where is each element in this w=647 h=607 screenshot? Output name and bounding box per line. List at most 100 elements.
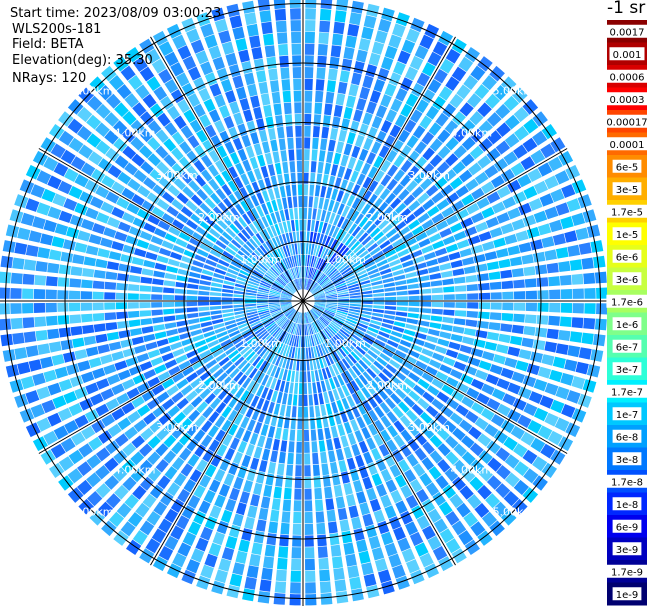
ray-gate	[371, 41, 385, 55]
ray-gate	[88, 234, 102, 245]
ray-gate	[237, 148, 248, 162]
ray-gate	[143, 369, 157, 380]
ray-gate	[440, 270, 453, 278]
ray-gate	[509, 335, 523, 346]
ray-gate	[287, 137, 294, 150]
ray-gate	[229, 487, 240, 501]
ray-gate	[139, 285, 152, 292]
ray-gate	[258, 129, 268, 142]
ray-gate	[361, 26, 374, 40]
ray-gate	[383, 314, 395, 320]
ray-gate	[363, 15, 377, 29]
ray-gate	[105, 322, 118, 331]
ray-gate	[219, 130, 231, 144]
ray-gate	[590, 240, 604, 253]
ray-gate	[278, 44, 289, 56]
ray-gate	[222, 288, 234, 294]
ray-gate	[0, 271, 12, 284]
ray-gate	[250, 494, 260, 507]
ray-gate	[484, 341, 498, 351]
ray-gate	[245, 443, 255, 457]
ray-gate	[377, 520, 390, 535]
ray-gate	[291, 43, 302, 55]
ray-gate	[304, 78, 313, 91]
ray-gate	[241, 134, 251, 148]
ray-gate	[10, 272, 23, 285]
ray-gate	[304, 488, 312, 500]
ray-gate	[291, 406, 297, 418]
elevation-label: Elevation(deg): 35.30	[12, 53, 153, 68]
ray-gate	[92, 302, 104, 311]
ray-gate	[263, 484, 273, 498]
ray-gate	[233, 304, 245, 308]
ray-gate	[260, 424, 269, 437]
ray-gate	[261, 567, 273, 581]
ray-gate	[225, 90, 237, 104]
ray-gate	[372, 288, 384, 294]
ray-gate	[57, 302, 69, 312]
ray-gate	[190, 329, 203, 337]
ray-gate	[285, 405, 292, 417]
ray-gate	[295, 465, 302, 477]
ray-gate	[20, 212, 35, 226]
ray-gate	[85, 245, 99, 256]
ray-gate	[491, 388, 506, 401]
ray-gate	[432, 240, 445, 250]
ray-gate	[140, 318, 153, 326]
ray-gate	[488, 271, 501, 280]
ray-gate	[286, 220, 292, 232]
ray-gate	[100, 354, 113, 365]
ray-gate	[400, 444, 412, 458]
ray-gate	[346, 132, 356, 145]
ray-gate	[256, 519, 267, 532]
ray-gate	[343, 446, 353, 459]
ray-gate	[322, 115, 331, 127]
ray-gate	[572, 288, 584, 299]
ray-gate	[141, 326, 154, 334]
ray-gate	[263, 33, 274, 46]
ray-gate	[345, 553, 357, 567]
ray-gate	[338, 301, 350, 304]
ray-gate	[575, 227, 589, 241]
ray-gate	[442, 356, 456, 367]
ray-gate	[530, 239, 543, 251]
ray-gate	[46, 315, 58, 326]
ray-gate	[0, 318, 12, 331]
ray-gate	[548, 276, 560, 287]
ray-gate	[270, 139, 278, 152]
ray-gate	[361, 307, 373, 312]
ray-gate	[394, 474, 407, 488]
ray-gate	[304, 535, 314, 547]
ray-gate	[318, 440, 326, 452]
ray-gate	[349, 301, 362, 304]
ray-gate	[305, 254, 308, 266]
field-label: Field: BETA	[12, 37, 84, 52]
ray-gate	[502, 302, 514, 311]
range-label: 5.00km	[493, 505, 535, 518]
ray-gate	[489, 281, 502, 290]
ray-gate	[116, 197, 130, 210]
ray-gate	[289, 161, 296, 173]
ray-gate	[496, 378, 510, 390]
ray-gate	[139, 230, 153, 241]
ray-gate	[408, 307, 420, 313]
ray-gate	[212, 531, 225, 546]
ray-gate	[343, 47, 355, 60]
ray-gate	[346, 95, 356, 108]
ray-gate	[111, 241, 124, 251]
ray-gate	[305, 31, 315, 44]
ray-gate	[396, 296, 408, 301]
ray-gate	[22, 317, 35, 329]
ray-gate	[371, 547, 385, 561]
ray-gate	[330, 425, 339, 438]
ray-gate	[12, 332, 25, 345]
ray-gate	[373, 305, 385, 309]
ray-gate	[186, 301, 198, 307]
ray-gate	[271, 498, 281, 511]
ray-gate	[199, 316, 212, 322]
ray-gate	[277, 32, 288, 45]
ray-gate	[63, 351, 76, 363]
ray-gate	[96, 212, 110, 224]
ray-gate	[523, 326, 536, 336]
ray-gate	[521, 337, 534, 348]
